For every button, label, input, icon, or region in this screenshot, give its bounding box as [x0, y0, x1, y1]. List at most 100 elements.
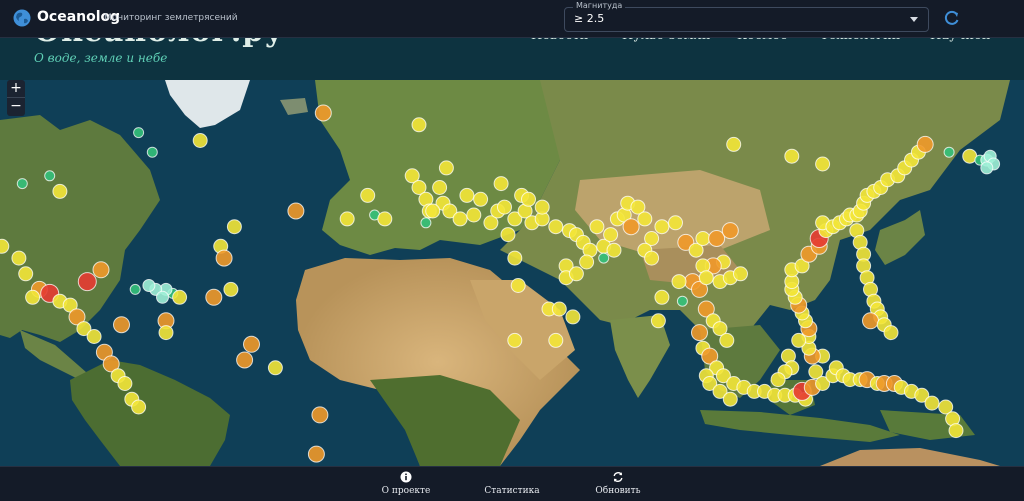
- earthquake-marker-yellow[interactable]: [606, 242, 622, 258]
- earthquake-marker-yellow[interactable]: [654, 289, 670, 305]
- earthquake-marker-yellow[interactable]: [791, 332, 807, 348]
- site-tagline: О воде, земле и небе: [34, 51, 168, 65]
- earthquake-marker-yellow[interactable]: [438, 160, 454, 176]
- earthquake-marker-yellow[interactable]: [466, 207, 482, 223]
- earthquake-marker-yellow[interactable]: [507, 332, 523, 348]
- earthquake-marker-orange[interactable]: [113, 316, 130, 334]
- chevron-down-icon[interactable]: [910, 17, 918, 22]
- earthquake-marker-yellow[interactable]: [551, 301, 567, 317]
- earthquake-marker-yellow[interactable]: [360, 187, 376, 203]
- earthquake-marker-green[interactable]: [420, 217, 432, 229]
- earthquake-marker-yellow[interactable]: [726, 136, 742, 152]
- zoom-out-button[interactable]: −: [7, 98, 25, 115]
- earthquake-marker-yellow[interactable]: [719, 332, 735, 348]
- earthquake-marker-yellow[interactable]: [637, 211, 653, 227]
- magnitude-select[interactable]: Магнитуда ≥ 2.5: [564, 1, 929, 32]
- earthquake-marker-yellow[interactable]: [497, 199, 512, 215]
- earthquake-marker-orange[interactable]: [691, 324, 708, 342]
- earthquake-marker-yellow[interactable]: [770, 372, 786, 388]
- earthquake-marker-yellow[interactable]: [548, 332, 564, 348]
- earthquake-marker-green[interactable]: [676, 295, 688, 307]
- earthquake-marker-orange[interactable]: [721, 222, 739, 240]
- update-button[interactable]: Обновить: [568, 471, 668, 499]
- earthquake-marker-yellow[interactable]: [568, 266, 584, 282]
- earthquake-marker-red[interactable]: [77, 272, 97, 292]
- earthquake-marker-orange[interactable]: [916, 135, 934, 153]
- earthquake-marker-yellow[interactable]: [226, 219, 242, 235]
- earthquake-marker-yellow[interactable]: [223, 281, 239, 297]
- earthquake-marker-yellow[interactable]: [11, 250, 27, 266]
- earthquake-marker-orange[interactable]: [92, 261, 110, 279]
- earthquake-marker-orange[interactable]: [236, 351, 254, 369]
- earthquake-marker-green[interactable]: [133, 127, 145, 139]
- earthquake-marker-orange[interactable]: [307, 445, 325, 463]
- earthquake-map[interactable]: [0, 80, 1024, 466]
- earthquake-marker-yellow[interactable]: [339, 211, 355, 227]
- earthquake-marker-green[interactable]: [146, 146, 158, 158]
- earthquake-marker-green[interactable]: [16, 178, 28, 190]
- earthquake-marker-yellow[interactable]: [668, 215, 683, 231]
- earthquake-marker-yellow[interactable]: [644, 250, 660, 266]
- earthquake-marker-yellow[interactable]: [117, 376, 133, 391]
- earthquake-marker-yellow[interactable]: [172, 289, 188, 305]
- earthquake-marker-yellow[interactable]: [267, 360, 283, 376]
- earthquake-marker-yellow[interactable]: [698, 270, 714, 286]
- earthquake-marker-cyan[interactable]: [142, 279, 156, 292]
- earthquake-marker-green[interactable]: [129, 283, 141, 295]
- earthquake-marker-cyan[interactable]: [980, 161, 994, 175]
- earthquake-marker-yellow[interactable]: [565, 309, 581, 325]
- refresh-icon[interactable]: [942, 8, 962, 28]
- earthquake-marker-yellow[interactable]: [671, 274, 687, 290]
- earthquake-marker-yellow[interactable]: [500, 227, 516, 243]
- earthquake-marker-cyan[interactable]: [156, 290, 169, 304]
- earthquake-marker-orange[interactable]: [314, 104, 332, 122]
- earthquake-marker-orange[interactable]: [205, 288, 223, 306]
- earthquake-marker-yellow[interactable]: [510, 278, 526, 293]
- earthquake-marker-yellow[interactable]: [695, 231, 711, 246]
- earthquake-marker-orange[interactable]: [862, 312, 879, 330]
- earthquake-marker-green[interactable]: [598, 252, 610, 264]
- earthquake-marker-orange[interactable]: [215, 249, 233, 267]
- earthquake-marker-yellow[interactable]: [411, 117, 427, 133]
- earthquake-marker-yellow[interactable]: [722, 391, 738, 407]
- earthquake-marker-yellow[interactable]: [654, 219, 670, 235]
- earthquake-marker-yellow[interactable]: [548, 219, 564, 235]
- earthquake-marker-yellow[interactable]: [459, 187, 475, 203]
- stats-button[interactable]: Статистика: [462, 471, 562, 499]
- earthquake-marker-yellow[interactable]: [25, 289, 41, 305]
- earthquake-marker-yellow[interactable]: [52, 183, 68, 199]
- about-button[interactable]: О проекте: [356, 471, 456, 499]
- earthquake-marker-yellow[interactable]: [131, 399, 147, 415]
- earthquake-marker-yellow[interactable]: [883, 325, 899, 341]
- earthquake-marker-yellow[interactable]: [432, 180, 448, 195]
- earthquake-marker-yellow[interactable]: [473, 191, 489, 207]
- earthquake-marker-yellow[interactable]: [924, 395, 940, 411]
- earthquake-marker-yellow[interactable]: [603, 227, 619, 243]
- earthquake-marker-orange[interactable]: [622, 218, 640, 236]
- earthquake-marker-yellow[interactable]: [650, 313, 666, 329]
- zoom-in-button[interactable]: +: [7, 80, 25, 98]
- earthquake-marker-yellow[interactable]: [784, 148, 800, 164]
- earthquake-marker-yellow[interactable]: [377, 211, 393, 227]
- earthquake-marker-yellow[interactable]: [425, 203, 441, 219]
- earthquake-marker-green[interactable]: [44, 170, 56, 182]
- earthquake-marker-orange[interactable]: [287, 202, 305, 220]
- map-canvas[interactable]: [0, 80, 1024, 466]
- earthquake-marker-yellow[interactable]: [192, 133, 208, 148]
- earthquake-marker-yellow[interactable]: [18, 266, 34, 282]
- earthquake-marker-yellow[interactable]: [158, 325, 174, 341]
- earthquake-marker-yellow[interactable]: [493, 176, 509, 192]
- earthquake-marker-yellow[interactable]: [948, 423, 964, 439]
- earthquake-marker-yellow[interactable]: [534, 199, 550, 215]
- earthquake-marker-yellow[interactable]: [579, 254, 595, 270]
- earthquake-marker-yellow[interactable]: [589, 219, 605, 235]
- earthquake-marker-yellow[interactable]: [521, 191, 536, 207]
- earthquake-marker-yellow[interactable]: [507, 250, 523, 266]
- earthquake-marker-yellow[interactable]: [815, 156, 831, 172]
- earthquake-marker-yellow[interactable]: [733, 266, 748, 282]
- earthquake-marker-orange[interactable]: [243, 335, 260, 353]
- earthquake-marker-green[interactable]: [943, 146, 955, 158]
- earthquake-marker-orange[interactable]: [311, 406, 329, 424]
- earthquake-marker-yellow[interactable]: [452, 211, 468, 227]
- earthquake-marker-yellow[interactable]: [86, 329, 102, 344]
